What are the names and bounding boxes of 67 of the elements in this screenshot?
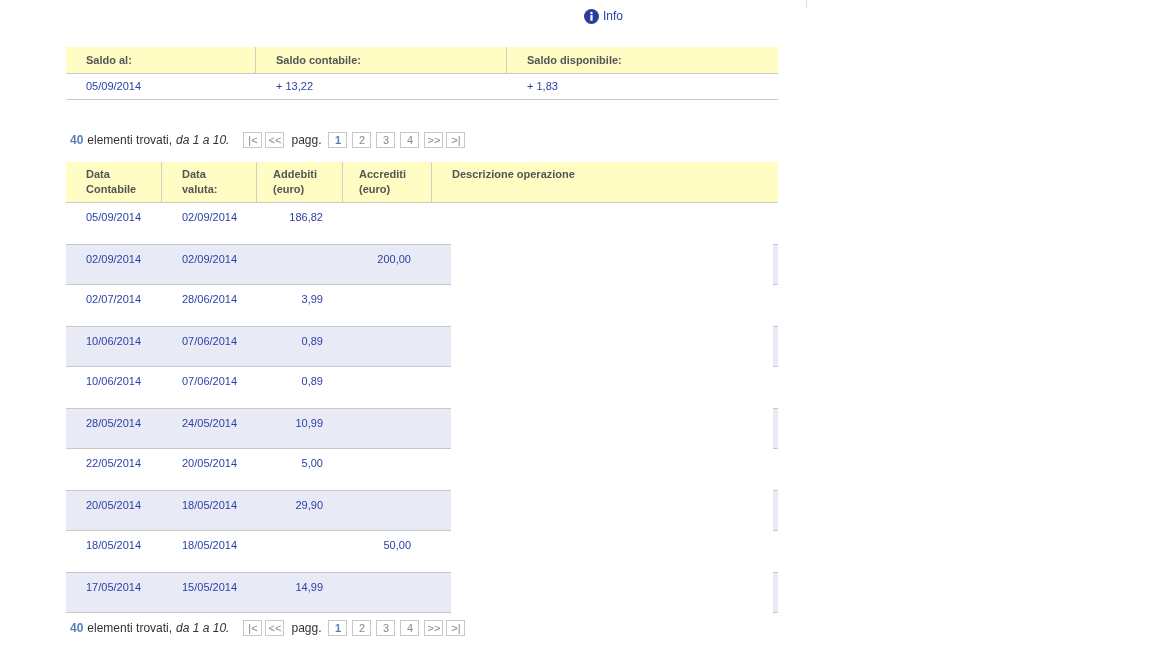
table-cell: 28/06/2014: [182, 293, 238, 305]
column-header: Saldo contabile:: [276, 52, 361, 68]
pages-label: pagg.: [291, 620, 322, 637]
table-cell: 186,82: [289, 211, 323, 223]
page-button[interactable]: 1: [328, 132, 348, 148]
page-button[interactable]: 2: [352, 620, 372, 636]
table-cell: 07/06/2014: [182, 375, 238, 387]
table-cell: 02/09/2014: [86, 253, 142, 265]
table-cell: 50,00: [383, 539, 411, 551]
next-page-button[interactable]: >>: [424, 132, 444, 148]
info-link[interactable]: Info: [584, 7, 623, 25]
column-header: Saldo al:: [86, 52, 132, 68]
table-cell: 18/05/2014: [86, 539, 142, 551]
table-cell: 02/09/2014: [182, 211, 238, 223]
column-header: Saldo disponibile:: [527, 52, 622, 68]
pages-label: pagg.: [291, 132, 322, 149]
result-label: elementi trovati,: [87, 132, 173, 149]
table-cell: 14,99: [295, 581, 323, 593]
table-cell: 20/05/2014: [182, 457, 238, 469]
table-cell: 02/07/2014: [86, 293, 142, 305]
table-cell-text: 05/09/2014: [86, 79, 142, 95]
table-cell: 05/09/2014: [86, 211, 142, 223]
table-cell-text: + 13,22: [276, 79, 313, 95]
table-cell: 22/05/2014: [86, 457, 142, 469]
first-page-button[interactable]: |<: [243, 132, 263, 148]
page-button[interactable]: 4: [400, 620, 420, 636]
table-cell: 200,00: [377, 253, 411, 265]
column-header: Data Contabile: [86, 167, 138, 197]
table-cell: 10/06/2014: [86, 375, 142, 387]
result-count: 40: [70, 132, 84, 149]
table-cell: 5,00: [301, 457, 323, 469]
last-page-button[interactable]: >|: [446, 620, 466, 636]
table-cell: 28/05/2014: [86, 417, 142, 429]
table-cell: 3,99: [301, 293, 323, 305]
column-header: Data valuta:: [182, 167, 219, 197]
table-cell: 10,99: [295, 417, 323, 429]
column-header: Accrediti (euro): [359, 167, 408, 197]
table-cell: 24/05/2014: [182, 417, 238, 429]
table-cell: 18/05/2014: [182, 539, 238, 551]
result-label: elementi trovati,: [87, 620, 173, 637]
page-button[interactable]: 4: [400, 132, 420, 148]
result-count: 40: [70, 620, 84, 637]
column-header: Descrizione operazione: [452, 167, 576, 182]
page-button[interactable]: 3: [376, 620, 396, 636]
info-icon: [584, 8, 599, 24]
previous-page-button[interactable]: <<: [265, 620, 285, 636]
page-button[interactable]: 1: [328, 620, 348, 636]
table-cell-text: + 1,83: [527, 79, 558, 95]
result-range: da 1 a 10.: [176, 620, 230, 637]
previous-page-button[interactable]: <<: [265, 132, 285, 148]
table-cell: 20/05/2014: [86, 499, 142, 511]
column-header: Addebiti (euro): [273, 167, 318, 197]
next-page-button[interactable]: >>: [424, 620, 444, 636]
page-button[interactable]: 3: [376, 132, 396, 148]
last-page-button[interactable]: >|: [446, 132, 466, 148]
table-cell: 17/05/2014: [86, 581, 142, 593]
table-cell: 0,89: [301, 335, 323, 347]
table-cell: 10/06/2014: [86, 335, 142, 347]
table-cell: 29,90: [295, 499, 323, 511]
first-page-button[interactable]: |<: [243, 620, 263, 636]
table-cell: 18/05/2014: [182, 499, 238, 511]
page-button[interactable]: 2: [352, 132, 372, 148]
table-cell: 15/05/2014: [182, 581, 238, 593]
table-cell: 07/06/2014: [182, 335, 238, 347]
table-cell: 02/09/2014: [182, 253, 238, 265]
table-cell: 0,89: [301, 375, 323, 387]
result-range: da 1 a 10.: [176, 132, 230, 149]
